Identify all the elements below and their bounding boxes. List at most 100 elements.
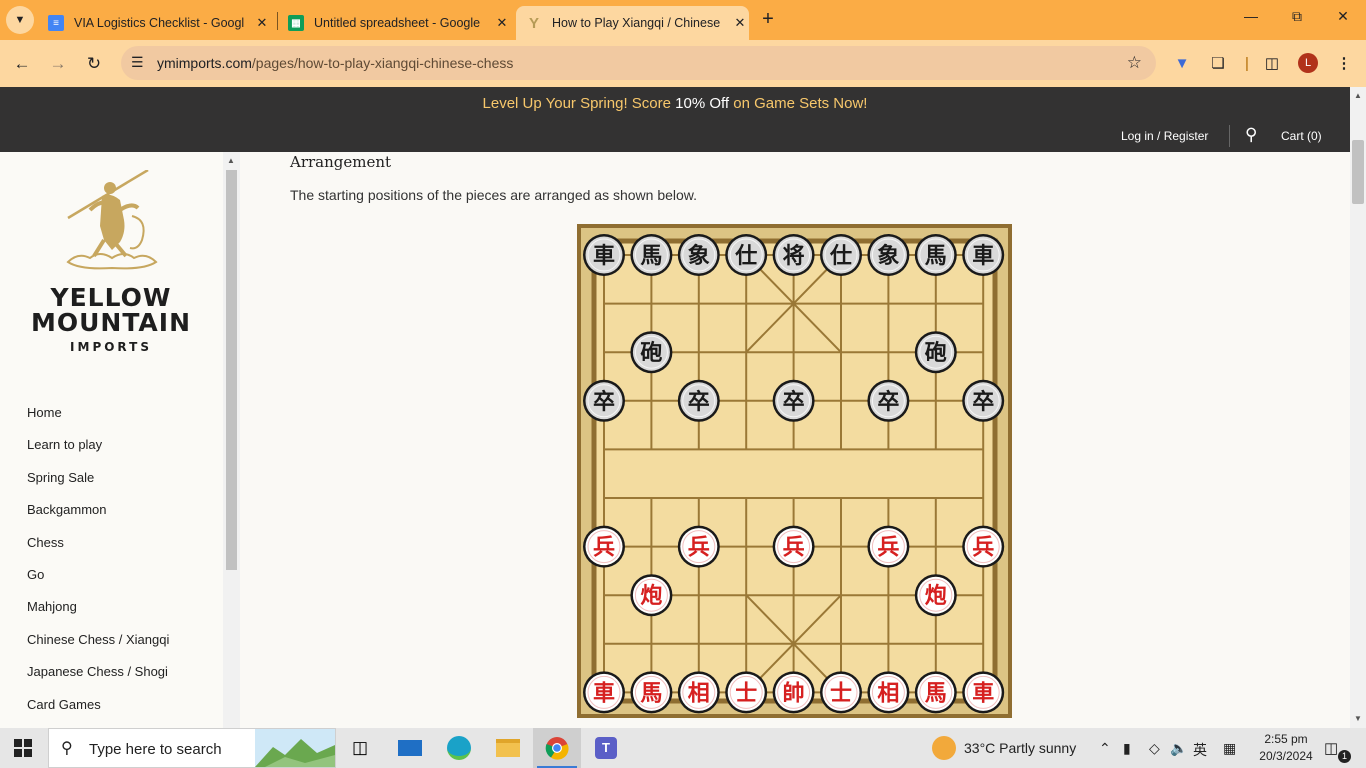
sidebar-item-shogi[interactable]: Japanese Chess / Shogi: [27, 663, 169, 695]
close-tab-icon[interactable]: ✕: [732, 15, 748, 31]
taskbar-clock[interactable]: 2:55 pm 20/3/2024: [1256, 731, 1316, 765]
red-piece: 車: [583, 671, 625, 714]
page-scroll-thumb[interactable]: [1352, 140, 1364, 204]
restore-icon[interactable]: ⧉: [1286, 8, 1308, 25]
chevron-down-icon: ▼: [14, 14, 26, 26]
black-piece: 砲: [914, 331, 957, 374]
browser-tab-strip: ▼ ≡ VIA Logistics Checklist - Google ✕ ▦…: [0, 0, 1366, 40]
volume-icon[interactable]: 🔈: [1170, 740, 1187, 757]
login-register-link[interactable]: Log in / Register: [1121, 129, 1208, 143]
clock-time: 2:55 pm: [1264, 732, 1308, 746]
svg-text:馬: 馬: [925, 244, 947, 269]
svg-text:砲: 砲: [640, 340, 662, 366]
taskbar-search[interactable]: ⚲ Type here to search: [48, 728, 336, 768]
xiangqi-board: 車馬象仕将仕象馬車砲砲卒卒卒卒卒兵兵兵兵兵炮炮車馬相士帥士相馬車: [577, 224, 1012, 718]
yellow-mountain-favicon: Y: [528, 14, 539, 32]
sidebar-item-go[interactable]: Go: [27, 566, 169, 598]
red-piece: 炮: [630, 574, 673, 617]
svg-text:炮: 炮: [925, 583, 947, 609]
sidebar-item-card-games[interactable]: Card Games: [27, 696, 169, 728]
site-header: Log in / Register ⚲ Cart (0): [0, 120, 1350, 152]
sidebar-item-chinese-chess[interactable]: Chinese Chess / Xiangqi: [27, 631, 169, 663]
chrome-logo-icon: [545, 737, 569, 760]
ime-language-indicator[interactable]: 英: [1193, 740, 1207, 760]
bookmark-star-icon[interactable]: ☆: [1127, 53, 1142, 73]
promo-highlight: 10% Off: [675, 95, 730, 112]
close-tab-icon[interactable]: ✕: [494, 15, 510, 31]
puzzle-extensions-icon[interactable]: ❏: [1208, 54, 1228, 74]
black-piece: 仕: [725, 234, 768, 276]
show-hidden-icons-chevron-icon[interactable]: ⌃: [1099, 740, 1111, 757]
ime-mode-icon[interactable]: ▦: [1223, 740, 1236, 757]
svg-text:兵: 兵: [972, 536, 994, 561]
side-panel-icon[interactable]: ◫: [1262, 54, 1282, 74]
close-window-icon[interactable]: ✕: [1332, 8, 1354, 25]
scroll-down-icon[interactable]: ▼: [1354, 714, 1362, 723]
svg-text:砲: 砲: [925, 340, 947, 366]
sidebar-item-mahjong[interactable]: Mahjong: [27, 598, 169, 630]
tab-search-button[interactable]: ▼: [6, 6, 34, 34]
close-tab-icon[interactable]: ✕: [254, 15, 270, 31]
header-divider: [1229, 125, 1230, 147]
forward-arrow-icon[interactable]: →: [46, 52, 70, 76]
page-scrollbar[interactable]: ▲ ▼: [1350, 87, 1366, 728]
site-info-icon[interactable]: ☰: [131, 54, 144, 71]
teams-app-icon[interactable]: T: [582, 728, 630, 768]
notification-center-icon[interactable]: ◫: [1324, 739, 1338, 757]
tab-sheets[interactable]: ▦ Untitled spreadsheet - Google S ✕: [278, 6, 514, 40]
black-piece: 卒: [772, 379, 815, 422]
back-arrow-icon[interactable]: ←: [10, 52, 34, 76]
tab-xiangqi-active[interactable]: Y How to Play Xiangqi / Chinese C ✕: [516, 6, 749, 40]
sidebar-scroll-thumb[interactable]: [226, 170, 237, 570]
battery-icon[interactable]: ▮: [1123, 740, 1131, 757]
address-bar[interactable]: ☰ ymimports.com/pages/how-to-play-xiangq…: [121, 46, 1156, 80]
red-piece: 兵: [772, 525, 815, 568]
svg-text:車: 車: [593, 244, 615, 269]
black-piece: 仕: [820, 234, 862, 276]
svg-text:相: 相: [688, 681, 710, 706]
xiangqi-board-graphic: 車馬象仕将仕象馬車砲 砲卒卒卒卒卒兵兵兵兵兵炮 炮車馬相士帥士相馬車: [581, 228, 1008, 714]
scroll-up-icon[interactable]: ▲: [1354, 91, 1362, 100]
black-piece: 卒: [867, 379, 910, 422]
sidebar-item-learn-to-play[interactable]: Learn to play: [27, 436, 169, 468]
scroll-up-icon[interactable]: ▲: [227, 156, 235, 165]
task-view-icon[interactable]: ◫: [336, 728, 384, 768]
windows-start-icon[interactable]: [14, 739, 32, 757]
wifi-icon[interactable]: ◇: [1149, 740, 1160, 757]
svg-text:卒: 卒: [877, 389, 899, 415]
google-sheets-icon: ▦: [288, 15, 304, 31]
sidebar-item-spring-sale[interactable]: Spring Sale: [27, 469, 169, 501]
svg-text:馬: 馬: [640, 244, 662, 269]
cart-link[interactable]: Cart (0): [1281, 129, 1322, 143]
svg-text:士: 士: [830, 681, 852, 706]
chrome-browser-icon[interactable]: [533, 728, 581, 768]
yellow-mountain-logo[interactable]: YELLOW MOUNTAIN IMPORTS: [28, 168, 194, 354]
sidebar-item-backgammon[interactable]: Backgammon: [27, 501, 169, 533]
weather-icon[interactable]: [932, 736, 956, 760]
sidebar-item-home[interactable]: Home: [27, 404, 169, 436]
promo-banner[interactable]: Level Up Your Spring! Score 10% Off on G…: [0, 87, 1350, 120]
search-icon[interactable]: ⚲: [1245, 125, 1257, 145]
sidebar-scrollbar[interactable]: ▲: [223, 152, 240, 728]
new-tab-plus-icon[interactable]: +: [757, 8, 779, 31]
black-piece: 卒: [677, 379, 720, 422]
browser-toolbar: ← → ↻ ☰ ymimports.com/pages/how-to-play-…: [0, 40, 1366, 87]
reload-icon[interactable]: ↻: [82, 52, 106, 76]
sidebar-item-chess[interactable]: Chess: [27, 534, 169, 566]
svg-text:将: 将: [783, 243, 805, 269]
profile-avatar[interactable]: L: [1298, 53, 1318, 73]
svg-text:象: 象: [877, 243, 899, 269]
extension-shield-icon[interactable]: ▼: [1172, 54, 1192, 74]
windows-taskbar: ⚲ Type here to search ◫ T 33°C Partly su…: [0, 728, 1366, 768]
minimize-icon[interactable]: —: [1240, 8, 1262, 24]
edge-browser-icon[interactable]: [435, 728, 483, 768]
red-piece: 士: [820, 671, 862, 714]
red-piece: 馬: [914, 671, 957, 714]
mail-app-icon[interactable]: [386, 728, 434, 768]
file-explorer-icon[interactable]: [484, 728, 532, 768]
weather-text[interactable]: 33°C Partly sunny: [964, 740, 1076, 756]
svg-text:馬: 馬: [925, 681, 947, 706]
red-piece: 兵: [677, 525, 720, 568]
tab-docs[interactable]: ≡ VIA Logistics Checklist - Google ✕: [38, 6, 274, 40]
kebab-menu-icon[interactable]: ⋮: [1334, 54, 1354, 74]
